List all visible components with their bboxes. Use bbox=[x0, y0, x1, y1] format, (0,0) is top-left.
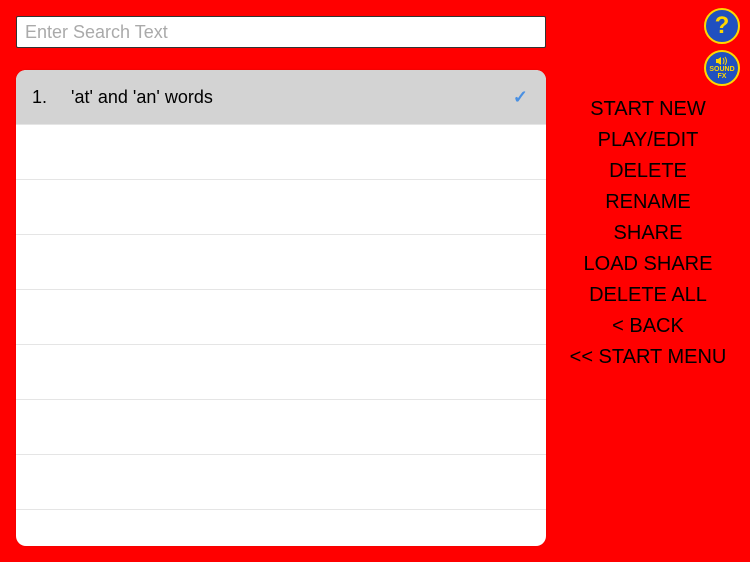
back-button[interactable]: < BACK bbox=[612, 315, 684, 338]
menu-container: START NEW PLAY/EDIT DELETE RENAME SHARE … bbox=[558, 98, 738, 369]
word-list-container[interactable]: 1. 'at' and 'an' words ✓ bbox=[16, 70, 546, 546]
help-button[interactable]: ? bbox=[704, 8, 740, 44]
list-item-empty[interactable] bbox=[16, 290, 546, 345]
play-edit-button[interactable]: PLAY/EDIT bbox=[598, 129, 699, 152]
load-share-button[interactable]: LOAD SHARE bbox=[584, 253, 713, 276]
icon-buttons-container: ? SOUND FX bbox=[704, 8, 740, 86]
sound-icon: SOUND FX bbox=[709, 56, 734, 80]
list-item-empty[interactable] bbox=[16, 125, 546, 180]
list-item-label: 'at' and 'an' words bbox=[71, 87, 213, 108]
delete-all-button[interactable]: DELETE ALL bbox=[589, 284, 707, 307]
delete-button[interactable]: DELETE bbox=[609, 160, 687, 183]
list-item[interactable]: 1. 'at' and 'an' words ✓ bbox=[16, 70, 546, 125]
help-icon: ? bbox=[715, 12, 730, 40]
start-menu-button[interactable]: << START MENU bbox=[570, 346, 727, 369]
sound-label-2: FX bbox=[718, 73, 727, 80]
list-item-empty[interactable] bbox=[16, 455, 546, 510]
start-new-button[interactable]: START NEW bbox=[590, 98, 706, 121]
list-item-empty[interactable] bbox=[16, 235, 546, 290]
share-button[interactable]: SHARE bbox=[614, 222, 683, 245]
list-item-number: 1. bbox=[32, 87, 47, 108]
search-input[interactable] bbox=[16, 16, 546, 48]
rename-button[interactable]: RENAME bbox=[605, 191, 691, 214]
list-item-empty[interactable] bbox=[16, 180, 546, 235]
sound-label-1: SOUND bbox=[709, 66, 734, 73]
search-container bbox=[16, 16, 546, 48]
sound-fx-button[interactable]: SOUND FX bbox=[704, 50, 740, 86]
list-item-empty[interactable] bbox=[16, 345, 546, 400]
checkmark-icon: ✓ bbox=[513, 87, 528, 108]
list-item-empty[interactable] bbox=[16, 400, 546, 455]
